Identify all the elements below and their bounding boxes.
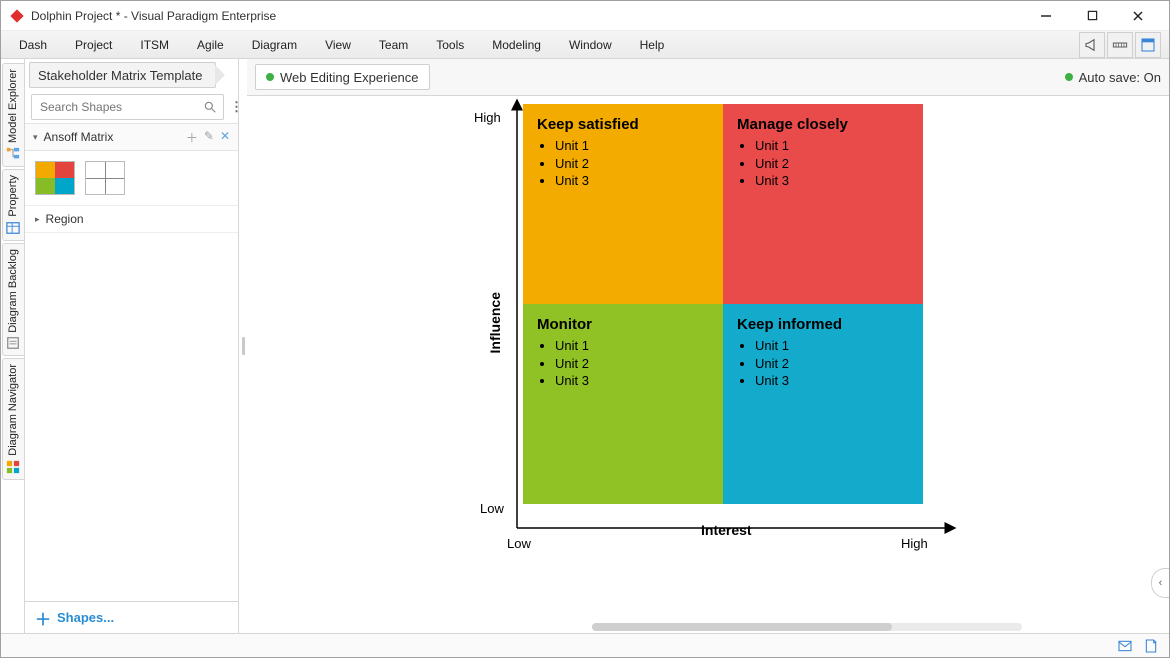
breadcrumb[interactable]: Stakeholder Matrix Template	[29, 62, 216, 88]
x-axis-high: High	[901, 536, 928, 551]
tab-model-explorer[interactable]: Model Explorer	[2, 63, 24, 167]
tab-diagram-navigator[interactable]: Diagram Navigator	[2, 358, 24, 480]
scrollbar-thumb[interactable]	[592, 623, 892, 631]
splitter[interactable]	[239, 59, 247, 633]
y-axis-low: Low	[480, 501, 504, 516]
tree-icon	[6, 147, 20, 161]
maximize-button[interactable]	[1069, 1, 1115, 31]
shapes-button[interactable]: ＋ Shapes...	[25, 601, 238, 633]
horizontal-scrollbar[interactable]	[592, 623, 1022, 631]
stakeholder-matrix[interactable]: High Low Low High Interest Influence Kee…	[477, 104, 1157, 564]
add-shape-button[interactable]: ＋	[186, 129, 198, 146]
status-bar	[1, 633, 1169, 657]
tab-diagram-backlog[interactable]: Diagram Backlog	[2, 243, 24, 357]
list-item: Unit 1	[555, 337, 709, 355]
thumb-matrix-plain[interactable]	[85, 161, 125, 195]
menu-itsm[interactable]: ITSM	[126, 38, 183, 52]
menu-project[interactable]: Project	[61, 38, 126, 52]
section-header-ansoff[interactable]: ▾ Ansoff Matrix ＋ ✎ ✕	[25, 123, 238, 151]
search-shapes[interactable]	[31, 94, 224, 120]
chevron-down-icon: ▾	[33, 132, 38, 143]
list-item: Unit 1	[755, 137, 909, 155]
menu-bar: Dash Project ITSM Agile Diagram View Tea…	[1, 31, 1169, 59]
thumb-matrix-colored[interactable]	[35, 161, 75, 195]
right-flyout-button[interactable]: ‹	[1151, 568, 1169, 598]
tab-property[interactable]: Property	[2, 169, 24, 241]
menu-team[interactable]: Team	[365, 38, 422, 52]
app-logo-icon	[9, 8, 25, 24]
menu-tools[interactable]: Tools	[422, 38, 478, 52]
shape-thumbnails	[25, 151, 238, 205]
canvas-toolbar: Web Editing Experience Auto save: On	[247, 59, 1169, 95]
diagram-tab[interactable]: Web Editing Experience	[255, 64, 430, 90]
layout-panel-button[interactable]	[1135, 32, 1161, 58]
list-item: Unit 2	[755, 355, 909, 373]
close-button[interactable]	[1115, 1, 1161, 31]
status-dot-icon	[1065, 73, 1073, 81]
menu-modeling[interactable]: Modeling	[478, 38, 555, 52]
menu-diagram[interactable]: Diagram	[238, 38, 311, 52]
diagram-canvas[interactable]: High Low Low High Interest Influence Kee…	[247, 95, 1169, 633]
quadrant-grid: Keep satisfied Unit 1 Unit 2 Unit 3 Mana…	[523, 104, 923, 504]
tree-item-region[interactable]: ▸ Region	[25, 205, 238, 233]
note-icon[interactable]	[1143, 638, 1159, 654]
list-item: Unit 3	[755, 372, 909, 390]
backlog-icon	[6, 336, 20, 350]
quadrant-keep-satisfied[interactable]: Keep satisfied Unit 1 Unit 2 Unit 3	[523, 104, 723, 304]
x-axis-low: Low	[507, 536, 531, 551]
navigator-icon	[6, 460, 20, 474]
list-item: Unit 2	[755, 155, 909, 173]
auto-save-status[interactable]: Auto save: On	[1065, 70, 1161, 85]
menu-help[interactable]: Help	[626, 38, 679, 52]
ruler-button[interactable]	[1107, 32, 1133, 58]
quadrant-monitor[interactable]: Monitor Unit 1 Unit 2 Unit 3	[523, 304, 723, 504]
close-section-button[interactable]: ✕	[220, 129, 230, 146]
x-axis-title: Interest	[701, 522, 752, 538]
list-item: Unit 3	[555, 372, 709, 390]
quadrant-keep-informed[interactable]: Keep informed Unit 1 Unit 2 Unit 3	[723, 304, 923, 504]
menu-dash[interactable]: Dash	[5, 38, 61, 52]
list-item: Unit 2	[555, 155, 709, 173]
list-item: Unit 1	[755, 337, 909, 355]
list-item: Unit 3	[555, 172, 709, 190]
y-axis-high: High	[474, 110, 501, 125]
list-item: Unit 3	[755, 172, 909, 190]
minimize-button[interactable]	[1023, 1, 1069, 31]
list-item: Unit 2	[555, 355, 709, 373]
announcement-button[interactable]	[1079, 32, 1105, 58]
menu-agile[interactable]: Agile	[183, 38, 238, 52]
application-window: Dolphin Project * - Visual Paradigm Ente…	[0, 0, 1170, 658]
menu-view[interactable]: View	[311, 38, 365, 52]
window-title: Dolphin Project * - Visual Paradigm Ente…	[31, 9, 1023, 23]
status-dot-icon	[266, 73, 274, 81]
quadrant-manage-closely[interactable]: Manage closely Unit 1 Unit 2 Unit 3	[723, 104, 923, 304]
edit-shape-button[interactable]: ✎	[204, 129, 214, 146]
y-axis-title: Influence	[487, 292, 503, 353]
search-icon	[203, 100, 217, 114]
list-item: Unit 1	[555, 137, 709, 155]
canvas-area: Web Editing Experience Auto save: On	[247, 59, 1169, 633]
menu-window[interactable]: Window	[555, 38, 626, 52]
side-tab-strip: Model Explorer Property Diagram Backlog …	[1, 59, 25, 633]
title-bar: Dolphin Project * - Visual Paradigm Ente…	[1, 1, 1169, 31]
properties-icon	[6, 221, 20, 235]
search-input[interactable]	[38, 99, 197, 115]
chevron-right-icon: ▸	[35, 214, 40, 225]
shapes-panel: Stakeholder Matrix Template ⋮ ▾ Ansoff M…	[25, 59, 239, 633]
mail-icon[interactable]	[1117, 638, 1133, 654]
